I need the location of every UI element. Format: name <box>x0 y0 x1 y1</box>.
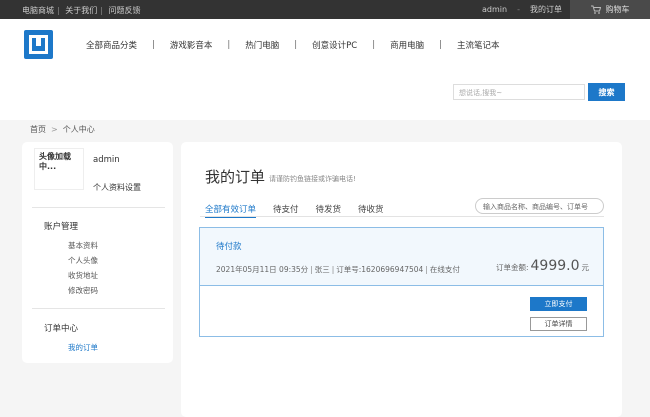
security-tip: 请谨防钓鱼链接或诈骗电话! <box>269 175 356 183</box>
top-link-mall[interactable]: 电脑商城 <box>22 6 54 15</box>
nav-all-categories[interactable]: 全部商品分类 <box>86 39 137 51</box>
order-total-amount: 4999.0 <box>530 258 580 274</box>
search-button[interactable]: 搜索 <box>588 83 625 101</box>
pay-now-button[interactable]: 立即支付 <box>530 297 587 311</box>
top-sep: | <box>57 6 60 15</box>
top-user-area: admin - 我的订单 购物车 <box>482 0 650 19</box>
top-links: 电脑商城 | 关于我们 | 问题反馈 <box>22 5 144 16</box>
logo-inner <box>29 35 48 54</box>
order-payment-method: 在线支付 <box>429 265 460 274</box>
order-total: 订单金额: 4999.0 元 <box>496 258 589 274</box>
nav-hot-pc[interactable]: 热门电脑 <box>245 39 279 51</box>
order-total-currency: 元 <box>581 263 590 272</box>
sidebar-item-address[interactable]: 收货地址 <box>68 270 98 281</box>
search-input[interactable]: 想说话,搜我~ <box>453 84 585 100</box>
nav-sep: | <box>152 40 155 50</box>
info-sep: | <box>331 265 335 274</box>
top-dash: - <box>517 5 520 14</box>
nav-sep: | <box>372 40 376 50</box>
logo-mark <box>32 38 45 51</box>
breadcrumb: 首页 > 个人中心 <box>30 124 95 135</box>
order-detail-button[interactable]: 订单详情 <box>530 317 587 331</box>
sidebar-divider <box>32 207 165 208</box>
avatar: 头像加载中... <box>34 148 84 190</box>
main-nav: 全部商品分类 | 游戏影音本 | 热门电脑 | 创意设计PC | 商用电脑 | … <box>86 39 500 51</box>
site-logo[interactable] <box>24 30 53 59</box>
breadcrumb-current: 个人中心 <box>62 125 95 134</box>
nav-sep: | <box>439 40 442 50</box>
avatar-dot <box>57 189 61 190</box>
top-bar: 电脑商城 | 关于我们 | 问题反馈 admin - 我的订单 购物车 <box>0 0 650 19</box>
info-sep: | <box>310 265 313 274</box>
order-total-label: 订单金额: <box>495 263 529 272</box>
sidebar-group-orders: 订单中心 <box>44 324 79 334</box>
sidebar-group-account: 账户管理 <box>44 222 79 232</box>
order-datetime: 2021年05月11日 09:35分 <box>216 265 309 274</box>
tab-divider <box>200 216 604 217</box>
sidebar-item-my-orders[interactable]: 我的订单 <box>68 342 98 353</box>
order-search-input[interactable]: 输入商品名称、商品编号、订单号 <box>475 198 604 214</box>
nav-sep: | <box>294 40 298 50</box>
info-sep: | <box>425 265 428 274</box>
avatar-loading-text: 头像加载中... <box>39 152 71 171</box>
sidebar-divider <box>32 308 165 309</box>
top-link-about[interactable]: 关于我们 <box>65 6 97 15</box>
nav-sep: | <box>227 40 231 50</box>
breadcrumb-sep: > <box>51 125 58 134</box>
sidebar-item-password[interactable]: 修改密码 <box>68 285 98 296</box>
order-info: 2021年05月11日 09:35分 | 张三 | 订单号:1620696947504 |… <box>216 264 460 275</box>
main-panel: 我的订单 请谨防钓鱼链接或诈骗电话! 全部有效订单 待支付 待发货 待收货 输入… <box>181 142 622 417</box>
breadcrumb-home[interactable]: 首页 <box>30 125 46 134</box>
order-card: 待付款 2021年05月11日 09:35分 | 张三 | 订单号:1620696947… <box>199 227 604 337</box>
cart-label: 购物车 <box>605 5 630 14</box>
cart-icon <box>590 5 601 14</box>
top-my-orders-link[interactable]: 我的订单 <box>530 4 562 15</box>
sidebar-item-avatar[interactable]: 个人头像 <box>68 255 98 266</box>
header: 全部商品分类 | 游戏影音本 | 热门电脑 | 创意设计PC | 商用电脑 | … <box>0 19 650 120</box>
order-status: 待付款 <box>216 242 242 252</box>
nav-notebooks[interactable]: 主流笔记本 <box>457 39 500 51</box>
sidebar-username: admin <box>93 155 120 165</box>
top-link-feedback[interactable]: 问题反馈 <box>109 6 141 15</box>
nav-gaming[interactable]: 游戏影音本 <box>170 39 213 51</box>
page-title: 我的订单 <box>205 168 266 186</box>
order-customer: 张三 <box>314 265 330 274</box>
sidebar-item-basic-info[interactable]: 基本资料 <box>68 240 98 251</box>
order-header: 待付款 2021年05月11日 09:35分 | 张三 | 订单号:1620696947… <box>200 228 603 286</box>
nav-creative-pc[interactable]: 创意设计PC <box>312 39 357 51</box>
top-sep: | <box>100 6 103 15</box>
cart-button[interactable]: 购物车 <box>570 0 650 19</box>
order-number: 1620696947504 <box>361 265 424 274</box>
sidebar: 头像加载中... admin 个人资料设置 账户管理 基本资料 个人头像 收货地… <box>22 142 173 363</box>
top-username[interactable]: admin <box>482 5 507 14</box>
order-number-label: 订单号: <box>336 265 362 274</box>
profile-settings-link[interactable]: 个人资料设置 <box>93 182 141 193</box>
nav-business-pc[interactable]: 商用电脑 <box>390 39 424 51</box>
